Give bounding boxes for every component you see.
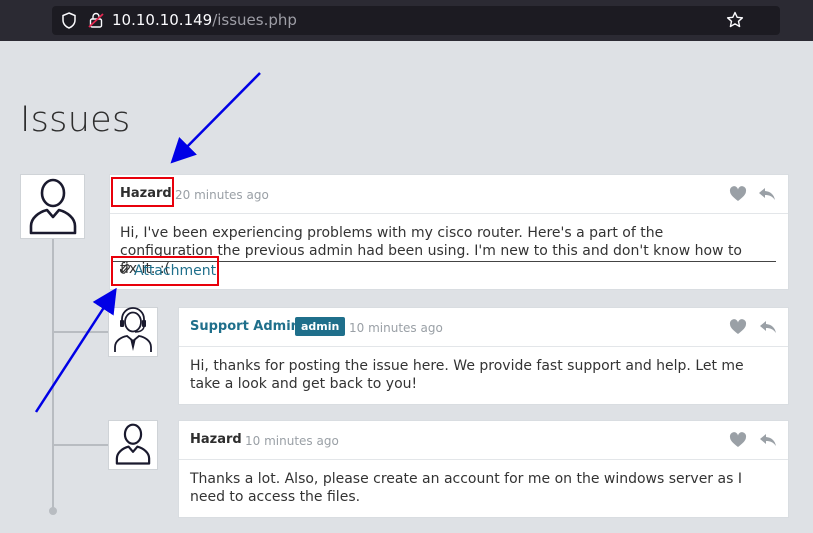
admin-badge: admin — [295, 317, 346, 336]
post-body: Hi, thanks for posting the issue here. W… — [190, 358, 744, 392]
user-outline-icon — [27, 175, 79, 239]
reply-icon[interactable] — [759, 319, 777, 339]
url-host: 10.10.10.149 — [112, 11, 213, 29]
support-agent-icon — [111, 307, 155, 357]
timeline-line — [52, 238, 54, 510]
avatar — [108, 420, 158, 470]
post-header: Hazard 10 minutes ago — [179, 421, 788, 460]
annotation-box-author — [111, 177, 174, 207]
annotation-box-attachment — [111, 256, 219, 286]
arrow-to-author — [170, 72, 261, 164]
arrow-to-attachment — [34, 287, 117, 413]
heart-icon[interactable] — [729, 186, 747, 206]
reply-icon[interactable] — [759, 432, 777, 452]
post-body: Thanks a lot. Also, please create an acc… — [190, 471, 742, 505]
post-author[interactable]: Hazard — [190, 432, 242, 447]
bookmark-star-icon[interactable] — [726, 11, 744, 33]
url-path: /issues.php — [212, 11, 297, 29]
heart-icon[interactable] — [729, 432, 747, 452]
url-bar[interactable]: 10.10.10.149/issues.php — [52, 6, 780, 35]
reply-post: Hazard 10 minutes ago Thanks a lot. Also… — [178, 420, 789, 518]
reply-post: Support Admin admin 10 minutes ago Hi, t… — [178, 307, 789, 405]
post-time: 10 minutes ago — [349, 321, 443, 335]
timeline-branch — [54, 331, 108, 333]
reply-icon[interactable] — [758, 186, 776, 206]
insecure-lock-icon[interactable] — [88, 11, 104, 33]
shield-icon[interactable] — [61, 12, 77, 33]
url-text[interactable]: 10.10.10.149/issues.php — [112, 11, 297, 29]
post-author[interactable]: Support Admin — [190, 319, 300, 334]
browser-toolbar: 10.10.10.149/issues.php — [0, 0, 813, 41]
post-time: 20 minutes ago — [175, 188, 269, 202]
avatar — [108, 307, 158, 357]
timeline-branch — [54, 444, 108, 446]
post-time: 10 minutes ago — [245, 434, 339, 448]
page-title: Issues — [20, 100, 131, 140]
heart-icon[interactable] — [729, 319, 747, 339]
post-header: Support Admin admin 10 minutes ago — [179, 308, 788, 347]
timeline-end-dot — [49, 507, 57, 515]
post-header: Hazard 20 minutes ago — [110, 175, 788, 214]
avatar — [20, 174, 85, 239]
user-outline-icon — [113, 421, 153, 469]
